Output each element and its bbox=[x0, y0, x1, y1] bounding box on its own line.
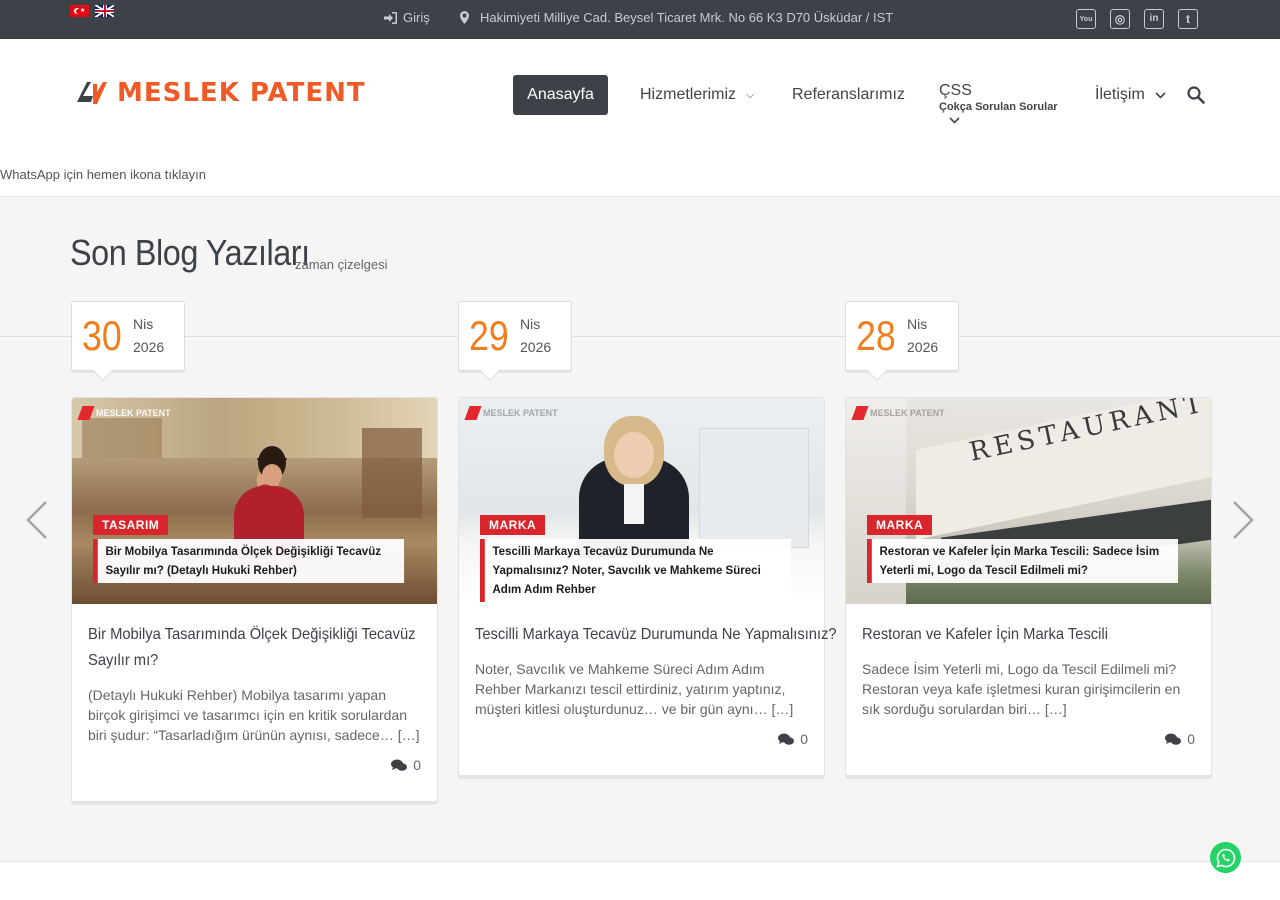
date-day: 30 bbox=[82, 312, 122, 359]
date-month: Nis bbox=[133, 316, 154, 332]
nav-faq-title: ÇSS bbox=[939, 82, 972, 99]
post-excerpt: Sadece İsim Yeterli mi, Logo da Tescil E… bbox=[862, 661, 1181, 717]
carousel-next-icon[interactable] bbox=[1230, 500, 1256, 540]
date-badge: 30 Nis 2026 bbox=[71, 301, 185, 381]
whatsapp-icon bbox=[1215, 848, 1235, 868]
date-badge: 28 Nis 2026 bbox=[845, 301, 959, 381]
comments-count[interactable]: 0 bbox=[1165, 731, 1195, 747]
youtube-icon[interactable]: You bbox=[1076, 9, 1096, 29]
whatsapp-button[interactable] bbox=[1210, 842, 1241, 873]
top-bar: ★ Giriş Hakimiyeti Milliye Cad. Beysel T… bbox=[0, 0, 1280, 39]
watermark: MESLEK PATENT bbox=[77, 406, 171, 420]
nav-faq-subtitle: Çokça Sorulan Sorular bbox=[939, 101, 1058, 113]
chevron-down-icon bbox=[1155, 91, 1166, 99]
watermark-text: MESLEK PATENT bbox=[483, 408, 558, 418]
social-links: You ◎ in t bbox=[1076, 9, 1198, 29]
instagram-icon[interactable]: ◎ bbox=[1110, 9, 1130, 29]
date-day: 28 bbox=[856, 312, 896, 359]
nav-references-label: Referanslarımız bbox=[792, 86, 905, 103]
date-month: Nis bbox=[907, 316, 928, 332]
section-title: Son Blog Yazıları bbox=[70, 232, 310, 273]
en-flag-icon[interactable] bbox=[95, 5, 114, 17]
address-info: Hakimiyeti Milliye Cad. Beysel Ticaret M… bbox=[460, 10, 893, 25]
search-icon[interactable] bbox=[1187, 86, 1205, 104]
comments-count[interactable]: 0 bbox=[778, 731, 808, 747]
comments-count[interactable]: 0 bbox=[391, 757, 421, 773]
post-title[interactable]: Restoran ve Kafeler İçin Marka Tescili bbox=[862, 622, 1225, 648]
section-subtitle: zaman çizelgesi bbox=[295, 257, 388, 272]
site-logo[interactable]: MESLEK PATENT bbox=[75, 78, 366, 108]
comments-icon bbox=[778, 733, 795, 745]
date-month: Nis bbox=[520, 316, 541, 332]
chevron-down-icon: ⌵ bbox=[746, 88, 755, 101]
watermark-text: MESLEK PATENT bbox=[96, 408, 171, 418]
address-text: Hakimiyeti Milliye Cad. Beysel Ticaret M… bbox=[480, 10, 894, 25]
sign-in-icon bbox=[384, 11, 397, 24]
nav-references[interactable]: Referanslarımız bbox=[792, 86, 905, 104]
nav-faq[interactable]: ÇSS Çokça Sorulan Sorular bbox=[939, 82, 1058, 124]
post-excerpt: (Detaylı Hukuki Rehber) Mobilya tasarımı… bbox=[88, 687, 420, 743]
nav-home[interactable]: Anasayfa bbox=[513, 75, 608, 115]
watermark: MESLEK PATENT bbox=[464, 406, 558, 420]
map-marker-icon bbox=[460, 11, 469, 24]
nav-services[interactable]: Hizmetlerimiz ⌵ bbox=[640, 86, 754, 104]
post-image[interactable]: RESTAURANT MESLEK PATENT MARKA Restoran … bbox=[846, 398, 1211, 604]
linkedin-icon[interactable]: in bbox=[1144, 9, 1164, 29]
date-year: 2026 bbox=[133, 339, 165, 355]
watermark: MESLEK PATENT bbox=[851, 406, 945, 420]
carousel-prev-icon[interactable] bbox=[24, 500, 50, 540]
date-year: 2026 bbox=[520, 339, 552, 355]
post-excerpt: Noter, Savcılık ve Mahkeme Süreci Adım A… bbox=[475, 661, 794, 717]
comments-icon bbox=[391, 759, 408, 771]
logo-text: MESLEK PATENT bbox=[117, 78, 366, 108]
category-badge: MARKA bbox=[867, 515, 933, 535]
image-banner: Tescilli Markaya Tecavüz Durumunda Ne Ya… bbox=[480, 539, 792, 602]
comments-count-value: 0 bbox=[413, 757, 421, 773]
nav-contact[interactable]: İletişim bbox=[1095, 86, 1166, 104]
comments-count-value: 0 bbox=[800, 731, 808, 747]
login-label: Giriş bbox=[403, 10, 430, 25]
login-link[interactable]: Giriş bbox=[384, 10, 430, 25]
chevron-down-icon bbox=[949, 117, 960, 124]
post-title[interactable]: Tescilli Markaya Tecavüz Durumunda Ne Ya… bbox=[475, 622, 838, 648]
tr-flag-icon[interactable]: ★ bbox=[70, 5, 89, 17]
post-image[interactable]: MESLEK PATENT MARKA Tescilli Markaya Tec… bbox=[459, 398, 824, 604]
blog-card[interactable]: MESLEK PATENT MARKA Tescilli Markaya Tec… bbox=[458, 397, 837, 776]
blog-card[interactable]: MESLEK PATENT TASARIM Bir Mobilya Tasarı… bbox=[71, 397, 438, 802]
comments-icon bbox=[1165, 733, 1182, 745]
timeline-line bbox=[0, 336, 1280, 337]
image-banner: Restoran ve Kafeler İçin Marka Tescili: … bbox=[867, 539, 1179, 583]
twitter-icon[interactable]: t bbox=[1178, 9, 1198, 29]
date-day: 29 bbox=[469, 312, 509, 359]
nav-services-label: Hizmetlerimiz bbox=[640, 86, 736, 103]
category-badge: TASARIM bbox=[93, 515, 169, 535]
comments-count-value: 0 bbox=[1187, 731, 1195, 747]
blog-card[interactable]: RESTAURANT MESLEK PATENT MARKA Restoran … bbox=[845, 397, 1212, 776]
language-switcher: ★ bbox=[70, 5, 114, 17]
date-badge: 29 Nis 2026 bbox=[458, 301, 572, 381]
post-image[interactable]: MESLEK PATENT TASARIM Bir Mobilya Tasarı… bbox=[72, 398, 437, 604]
date-year: 2026 bbox=[907, 339, 939, 355]
watermark-text: MESLEK PATENT bbox=[870, 408, 945, 418]
logo-mark-icon bbox=[77, 82, 107, 104]
image-banner: Bir Mobilya Tasarımında Ölçek Değişikliğ… bbox=[93, 539, 405, 583]
nav-home-label: Anasayfa bbox=[527, 86, 594, 103]
whatsapp-note: WhatsApp için hemen ikona tıklayın bbox=[0, 167, 206, 182]
nav-contact-label: İletişim bbox=[1095, 86, 1145, 103]
category-badge: MARKA bbox=[480, 515, 546, 535]
post-title[interactable]: Bir Mobilya Tasarımında Ölçek Değişikliğ… bbox=[88, 622, 451, 674]
